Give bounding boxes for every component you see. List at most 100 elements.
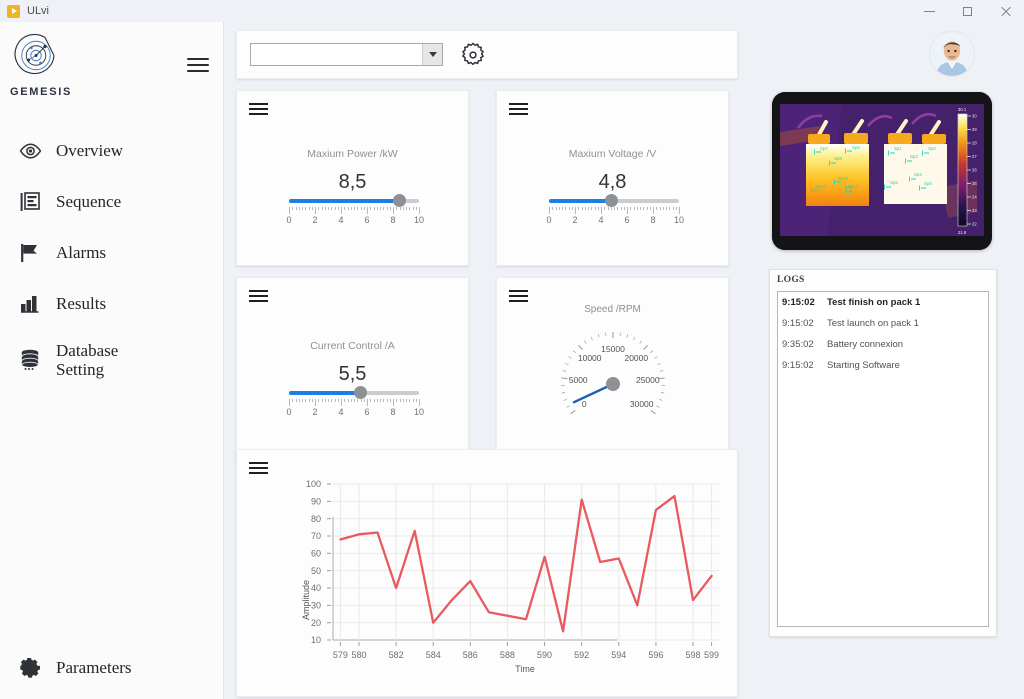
- gauge-major-tick: [650, 409, 656, 415]
- slider-tick: [617, 207, 619, 210]
- gauge-minor-tick: [654, 356, 658, 359]
- gauge-minor-tick: [584, 340, 587, 344]
- slider-tick-label: 0: [546, 215, 552, 225]
- svg-text:Sp3: Sp3: [910, 154, 918, 159]
- chart-y-tick-label: 80: [311, 514, 321, 524]
- svg-text:Sp11: Sp11: [816, 184, 826, 189]
- log-time: 9:15:02: [782, 297, 815, 308]
- gauge-minor-tick: [656, 405, 660, 408]
- svg-text:Sp6: Sp6: [924, 181, 932, 186]
- amplitude-line-chart: 10 20 30 40 50 60 70 80 90 100 579 580 582 584 586 588…: [301, 479, 719, 674]
- slider-tick: [354, 399, 355, 402]
- thermal-camera-view[interactable]: Sp7 Sp8 Sp9 Sp10 Sp11 Sp12 Sp1 Sp2 Sp3 Sp4 Sp…: [772, 92, 992, 250]
- slider-tick: [341, 207, 342, 214]
- chart-y-tick-label: 100: [306, 479, 321, 489]
- slider-tick-label: 8: [390, 215, 396, 225]
- sidebar-item-database-setting[interactable]: Database Setting: [0, 329, 224, 391]
- card-title: Current Control /A: [310, 340, 395, 352]
- slider-tick: [662, 207, 664, 210]
- slider-track[interactable]: [549, 194, 679, 207]
- sidebar-item-alarms[interactable]: Alarms: [0, 227, 224, 278]
- slider-tick: [324, 207, 326, 210]
- card-menu-icon[interactable]: [509, 103, 528, 118]
- thermal-scale-tick-label: 23: [972, 208, 977, 213]
- card-maximum-power: Maxium Power /kW 8,5 0 2 4 6 8 10: [236, 90, 469, 266]
- sidebar-item-label: Database Setting: [56, 340, 119, 379]
- slider-fill: [289, 199, 400, 203]
- card-menu-icon[interactable]: [249, 290, 268, 305]
- minimize-button[interactable]: [910, 0, 948, 22]
- slider-tick: [367, 399, 368, 406]
- slider-knob[interactable]: [604, 194, 618, 207]
- selector-dropdown[interactable]: [250, 43, 443, 66]
- window-titlebar: ULvi: [0, 0, 1024, 22]
- slider-tick: [370, 399, 372, 402]
- gauge-minor-tick: [565, 363, 569, 366]
- chevron-down-icon[interactable]: [422, 44, 442, 65]
- gauge-minor-tick: [590, 336, 593, 341]
- voltage-slider[interactable]: 0 2 4 6 8 10: [546, 194, 684, 227]
- log-message: Test launch on pack 1: [827, 318, 919, 329]
- close-button[interactable]: [986, 0, 1024, 22]
- card-menu-icon[interactable]: [249, 103, 268, 118]
- thermal-scale-tick-label: 27: [972, 154, 977, 159]
- selector-input[interactable]: [251, 44, 422, 65]
- gauge-minor-tick: [597, 334, 600, 338]
- slider-knob[interactable]: [393, 194, 406, 207]
- slider-tick: [337, 207, 339, 210]
- slider-tick: [298, 399, 300, 402]
- slider-tick: [289, 399, 290, 406]
- maximize-button[interactable]: [948, 0, 986, 22]
- gauge-minor-tick: [566, 405, 570, 408]
- slider-tick-label: 6: [364, 407, 370, 417]
- slider-tick: [302, 207, 303, 210]
- slider-tick: [289, 207, 290, 214]
- slider-labels: 0 2 4 6 8 10: [286, 215, 424, 227]
- card-menu-icon[interactable]: [509, 290, 528, 305]
- gauge-tick-label: 0: [582, 399, 587, 409]
- slider-track[interactable]: [289, 194, 419, 207]
- slider-tick: [373, 399, 375, 402]
- slider-tick: [308, 399, 310, 402]
- slider-tick-label: 10: [673, 215, 685, 225]
- gauge-minor-tick: [605, 332, 607, 337]
- gauge-minor-tick: [562, 370, 567, 372]
- slider-tick: [334, 207, 336, 210]
- slider-tick: [334, 399, 336, 402]
- user-avatar[interactable]: [929, 31, 975, 77]
- sidebar-item-sequence[interactable]: Sequence: [0, 176, 224, 227]
- gauge-minor-tick: [561, 392, 566, 394]
- current-slider[interactable]: 0 2 4 6 8 10: [286, 386, 424, 419]
- sidebar-menu-toggle[interactable]: [187, 58, 209, 72]
- sidebar-item-parameters[interactable]: Parameters: [0, 642, 224, 693]
- thermal-scale-tick-label: 26: [972, 168, 977, 173]
- chart-x-tick-label: 582: [389, 650, 404, 660]
- chart-x-tick-label: 596: [648, 650, 663, 660]
- slider-tick: [571, 207, 573, 210]
- slider-tick: [630, 207, 632, 210]
- slider-tick: [584, 207, 586, 210]
- slider-tick: [549, 207, 550, 214]
- slider-tick: [386, 207, 388, 210]
- logs-list[interactable]: 9:15:02 Test finish on pack 1 9:15:02 Te…: [777, 291, 989, 627]
- slider-knob[interactable]: [354, 386, 367, 399]
- slider-tick: [376, 399, 378, 402]
- chart-x-tick-label: 590: [537, 650, 552, 660]
- sidebar-item-overview[interactable]: Overview: [0, 125, 224, 176]
- chart-y-tick-label: 30: [311, 601, 321, 611]
- slider-tick: [656, 207, 658, 210]
- slider-track[interactable]: [289, 386, 419, 399]
- sidebar-item-results[interactable]: Results: [0, 278, 224, 329]
- slider-tick: [565, 207, 567, 210]
- gauge-minor-tick: [649, 350, 654, 354]
- power-slider[interactable]: 0 2 4 6 8 10: [286, 194, 424, 227]
- settings-button[interactable]: [458, 40, 488, 70]
- slider-tick: [679, 207, 680, 214]
- thermal-scale-tick-label: 25: [972, 181, 977, 186]
- gauge-minor-tick: [633, 336, 636, 341]
- chart-x-axis-label: Time: [515, 664, 535, 674]
- slider-tick-label: 0: [286, 215, 292, 225]
- slider-tick: [649, 207, 651, 210]
- slider-tick: [350, 399, 352, 402]
- chart-x-tick-label: 599: [704, 650, 719, 660]
